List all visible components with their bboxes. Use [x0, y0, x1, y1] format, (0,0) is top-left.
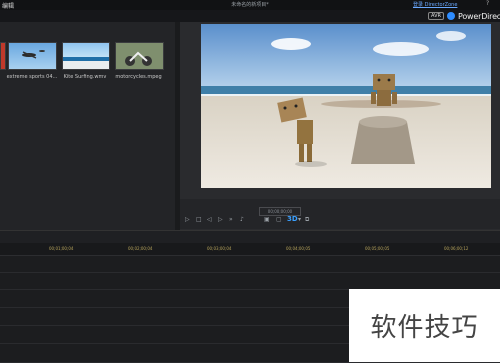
play-icon[interactable]: ▷ [185, 216, 190, 223]
media-label-kite-surfing: Kite Surfing.wmv [63, 74, 107, 80]
ruler-tick-label: 00;04;00;05 [286, 246, 311, 251]
directorzone-login-link[interactable]: 登录 DirectorZone [413, 1, 457, 8]
sky-diving-image [22, 50, 45, 59]
ruler-tick-label: 00;06;00;12 [444, 246, 469, 251]
preview-beach-image [201, 24, 491, 188]
timeline-ruler[interactable] [0, 243, 500, 256]
kite-surfing-image [63, 57, 109, 69]
media-thumb-motorcycle[interactable] [115, 42, 164, 70]
playback-controls [180, 199, 500, 229]
help-icon[interactable]: ? [486, 0, 489, 7]
snapshot-icon[interactable]: ▣ [264, 216, 270, 223]
fullscreen-icon[interactable]: ▢ [276, 216, 282, 223]
preview-window[interactable] [201, 24, 491, 188]
dropdown-icon[interactable]: ▾ [298, 216, 301, 223]
watermark-text: 软件技巧 [370, 313, 479, 343]
media-thumb-kite-surfing[interactable] [62, 42, 110, 70]
timeline-toolbar [0, 230, 500, 244]
menu-edit[interactable]: 编辑 [2, 1, 14, 10]
toolbar-strip [0, 10, 500, 22]
project-title: 未命名的新项目* [231, 2, 269, 8]
watermark: 软件技巧 [349, 289, 500, 362]
volume-icon[interactable]: ♪ [240, 216, 244, 223]
media-label-motorcycle: motorcycles.mpeg [115, 74, 162, 80]
media-thumb-partial[interactable] [0, 42, 6, 70]
stop-icon[interactable]: □ [196, 216, 202, 223]
ruler-tick-label: 00;02;00;04 [128, 246, 153, 251]
timeline-track[interactable] [0, 256, 500, 273]
ruler-tick-label: 00;03;00;04 [207, 246, 232, 251]
detach-preview-icon[interactable]: ⧉ [305, 216, 309, 224]
media-thumb-sky-diving[interactable] [8, 42, 57, 70]
brand-name: PowerDirector [458, 11, 500, 21]
ruler-tick-label: 00;05;00;05 [365, 246, 390, 251]
fast-forward-icon[interactable]: » [229, 216, 233, 223]
brand-logo-icon [447, 12, 455, 20]
media-label-sky-diving: extreme sports 04... [6, 74, 58, 80]
previous-frame-icon[interactable]: ◁ [207, 216, 212, 223]
timeline-track[interactable] [0, 273, 500, 290]
brand: AVR PowerDirector [428, 10, 500, 22]
ruler-tick-label: 00;01;00;04 [49, 246, 74, 251]
motorcycle-image [116, 43, 163, 69]
avr-badge[interactable]: AVR [428, 12, 444, 20]
next-frame-icon[interactable]: ▷ [218, 216, 223, 223]
3d-mode-toggle[interactable]: 3D [287, 215, 298, 223]
